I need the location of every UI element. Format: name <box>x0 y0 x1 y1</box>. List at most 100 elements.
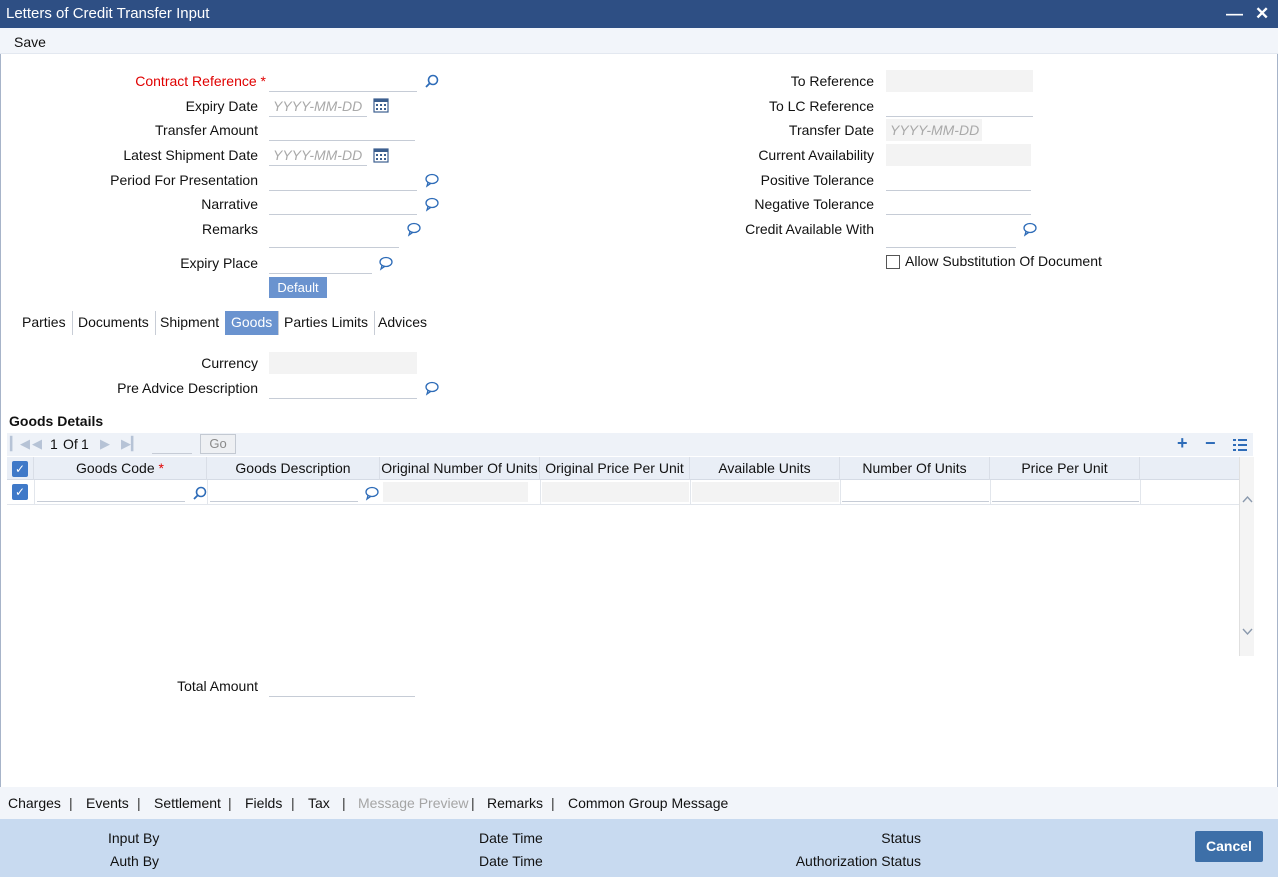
tab-goods[interactable]: Goods <box>225 311 280 335</box>
close-icon[interactable]: ✕ <box>1255 4 1269 24</box>
goods-code-input[interactable] <box>37 481 185 502</box>
footer-link-remarks[interactable]: Remarks <box>487 795 543 811</box>
toolbar: Save <box>0 28 1278 54</box>
remarks-label: Remarks <box>201 221 258 237</box>
title-bar: Letters of Credit Transfer Input — ✕ <box>0 0 1278 28</box>
next-page-icon[interactable]: ▶ <box>100 436 110 452</box>
footer-link-message-preview: Message Preview <box>358 795 469 811</box>
footer-link-events[interactable]: Events <box>86 795 129 811</box>
comment-icon[interactable] <box>364 485 380 501</box>
column-header-goods-description[interactable]: Goods Description <box>207 457 380 480</box>
calendar-icon[interactable] <box>373 147 389 163</box>
allow-substitution-checkbox[interactable] <box>886 255 900 269</box>
tab-documents[interactable]: Documents <box>72 311 156 335</box>
tab-shipment[interactable]: Shipment <box>154 311 227 335</box>
negative-tolerance-input[interactable] <box>886 193 1031 215</box>
last-page-icon[interactable]: ▶▎ <box>121 436 141 452</box>
comment-icon[interactable] <box>424 172 440 188</box>
list-view-icon[interactable] <box>1233 438 1247 452</box>
footer-link-fields[interactable]: Fields <box>245 795 282 811</box>
column-header-original-price-per-unit[interactable]: Original Price Per Unit <box>540 457 690 480</box>
comment-icon[interactable] <box>1022 221 1038 237</box>
number-of-units-input[interactable] <box>842 481 989 502</box>
comment-icon[interactable] <box>406 221 422 237</box>
to-lc-reference-label: To LC Reference <box>768 98 874 114</box>
comment-icon[interactable] <box>424 380 440 396</box>
pre-advice-description-input[interactable] <box>269 377 417 399</box>
calendar-icon[interactable] <box>373 97 389 113</box>
period-for-presentation-input[interactable] <box>269 169 417 191</box>
default-button[interactable]: Default <box>269 277 327 298</box>
grid-scrollbar[interactable] <box>1239 457 1254 656</box>
goods-details-title: Goods Details <box>9 413 104 429</box>
transfer-amount-input[interactable] <box>269 119 415 141</box>
footer-separator: | <box>69 795 73 811</box>
price-per-unit-input[interactable] <box>992 481 1139 502</box>
column-header-price-per-unit[interactable]: Price Per Unit <box>990 457 1140 480</box>
date-time-label: Date Time <box>479 853 543 869</box>
original-number-of-units-cell <box>383 482 528 502</box>
tab-advices[interactable]: Advices <box>372 311 433 335</box>
comment-icon[interactable] <box>424 196 440 212</box>
minimize-icon[interactable]: — <box>1226 4 1243 24</box>
remarks-input[interactable] <box>269 226 399 248</box>
footer-separator: | <box>291 795 295 811</box>
footer-link-charges[interactable]: Charges <box>8 795 61 811</box>
add-row-icon[interactable]: + <box>1177 433 1188 454</box>
cell-divider <box>840 480 841 505</box>
footer-link-settlement[interactable]: Settlement <box>154 795 221 811</box>
transfer-amount-label: Transfer Amount <box>155 122 258 138</box>
to-lc-reference-input[interactable] <box>886 95 1033 117</box>
status-label: Status <box>881 830 921 846</box>
previous-page-icon[interactable]: ◀ <box>32 436 42 452</box>
select-all-checkbox[interactable]: ✓ <box>12 461 28 477</box>
go-button[interactable]: Go <box>200 434 236 454</box>
first-page-icon[interactable]: ▎◀ <box>10 436 30 452</box>
date-time-label: Date Time <box>479 830 543 846</box>
footer-link-common-group-message[interactable]: Common Group Message <box>568 795 728 811</box>
latest-shipment-date-input[interactable]: YYYY-MM-DD <box>269 144 367 166</box>
tab-parties[interactable]: Parties <box>16 311 73 335</box>
footer-separator: | <box>228 795 232 811</box>
contract-reference-input[interactable] <box>269 70 417 92</box>
save-button[interactable]: Save <box>14 34 46 50</box>
table-row: ✓ <box>7 480 1240 505</box>
search-icon[interactable] <box>192 485 208 501</box>
column-header-number-of-units[interactable]: Number Of Units <box>840 457 990 480</box>
cancel-button[interactable]: Cancel <box>1195 831 1263 862</box>
column-header-available-units[interactable]: Available Units <box>690 457 840 480</box>
row-checkbox[interactable]: ✓ <box>12 484 28 500</box>
footer-separator: | <box>551 795 555 811</box>
grid-body <box>7 505 1240 655</box>
transfer-date-label: Transfer Date <box>788 122 874 138</box>
pre-advice-description-label: Pre Advice Description <box>117 380 258 396</box>
positive-tolerance-input[interactable] <box>886 169 1031 191</box>
transfer-date-input: YYYY-MM-DD <box>886 119 982 141</box>
delete-row-icon[interactable]: − <box>1205 433 1216 454</box>
footer-links-bar: Charges | Events | Settlement | Fields |… <box>0 787 1278 819</box>
pager-current: 1 <box>50 436 58 452</box>
comment-icon[interactable] <box>378 255 394 271</box>
window-title: Letters of Credit Transfer Input <box>6 5 210 22</box>
scroll-up-icon[interactable] <box>1242 495 1253 503</box>
column-header-original-number-of-units[interactable]: Original Number Of Units <box>380 457 540 480</box>
page-number-input[interactable] <box>152 435 192 454</box>
scroll-down-icon[interactable] <box>1242 628 1253 636</box>
input-by-label: Input By <box>108 830 160 846</box>
cell-divider <box>990 480 991 505</box>
credit-available-with-input[interactable] <box>886 226 1016 248</box>
tab-parties-limits[interactable]: Parties Limits <box>278 311 376 335</box>
period-for-presentation-label: Period For Presentation <box>110 172 258 188</box>
expiry-date-input[interactable]: YYYY-MM-DD <box>269 95 367 117</box>
grid-header: ✓ Goods Code * Goods Description Origina… <box>7 457 1240 480</box>
expiry-place-input[interactable] <box>269 252 372 274</box>
footer-link-tax[interactable]: Tax <box>308 795 330 811</box>
original-price-per-unit-cell <box>542 482 689 502</box>
narrative-input[interactable] <box>269 193 417 215</box>
goods-description-input[interactable] <box>210 481 358 502</box>
search-icon[interactable] <box>424 73 440 89</box>
latest-shipment-date-label: Latest Shipment Date <box>123 147 258 163</box>
cell-divider <box>34 480 35 505</box>
footer-separator: | <box>471 795 475 811</box>
column-header-goods-code[interactable]: Goods Code * <box>34 457 207 480</box>
